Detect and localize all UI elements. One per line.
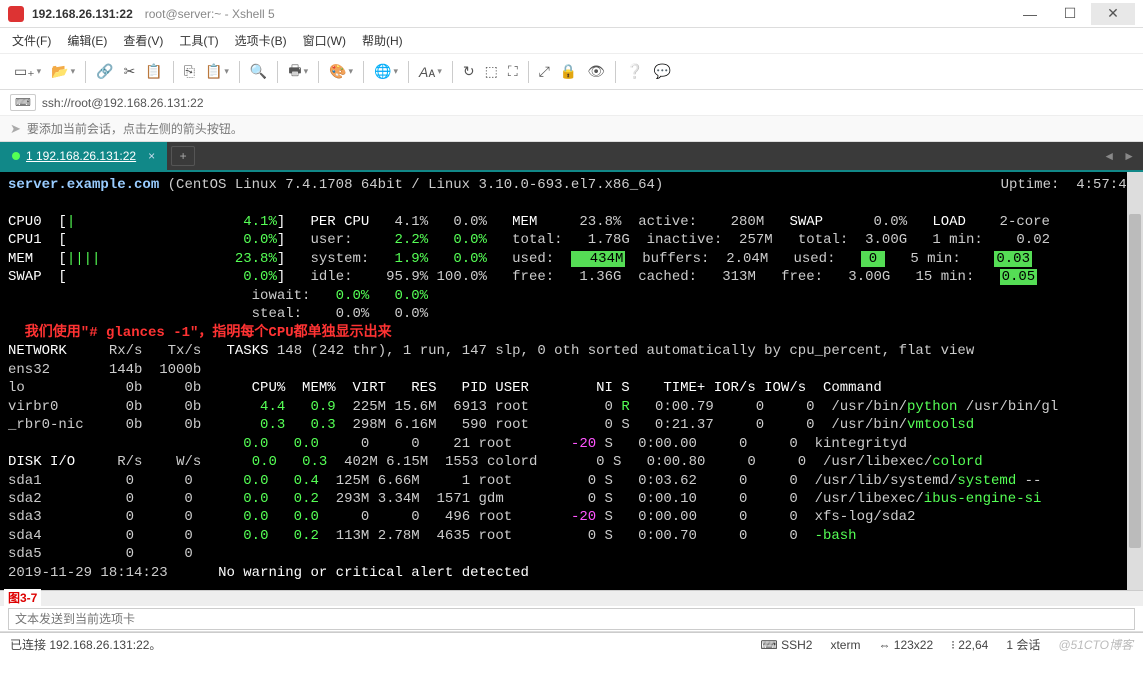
tabnav-left-icon[interactable]: ◄	[1103, 149, 1115, 163]
maximize-icon[interactable]: ⤢	[535, 59, 554, 84]
chat-icon[interactable]: 💬	[650, 59, 675, 84]
terminal[interactable]: server.example.com (CentOS Linux 7.4.170…	[0, 172, 1143, 590]
scrollbar-horizontal[interactable]: 图3-7	[0, 590, 1143, 606]
tip-text: 要添加当前会话，点击左侧的箭头按钮。	[27, 120, 243, 137]
properties-icon[interactable]: 📋	[141, 59, 166, 84]
watermark: @51CTO博客	[1058, 636, 1133, 653]
tab-session-1[interactable]: 1 192.168.26.131:22 ×	[0, 142, 167, 170]
tab-label: 1 192.168.26.131:22	[26, 149, 136, 163]
status-size: ⇔ 123x22	[878, 638, 933, 652]
window-title-host: 192.168.26.131:22	[32, 7, 133, 21]
search-icon[interactable]: 🔍	[246, 59, 271, 84]
tabnav-right-icon[interactable]: ►	[1123, 149, 1135, 163]
scrollbar-vertical[interactable]	[1127, 172, 1143, 590]
tab-strip: 1 192.168.26.131:22 × + ◄ ►	[0, 142, 1143, 172]
print-icon[interactable]: 🖶▾	[284, 56, 312, 88]
send-input-bar	[0, 606, 1143, 632]
statusbar: 已连接 192.168.26.131:22。 ⌨ SSH2 xterm ⇔ 12…	[0, 632, 1143, 656]
menu-edit[interactable]: 编辑(E)	[67, 32, 107, 49]
tab-close-icon[interactable]: ×	[148, 149, 155, 163]
font-icon[interactable]: Aᴀ▾	[415, 60, 446, 84]
reconnect-icon[interactable]: ↻	[459, 59, 479, 84]
status-sessions: 1 会话	[1006, 636, 1040, 653]
titlebar: 192.168.26.131:22 root@server:~ - Xshell…	[0, 0, 1143, 28]
link-icon[interactable]: 🔗	[92, 59, 117, 84]
status-pos: ⁝ 22,64	[951, 638, 988, 652]
open-icon[interactable]: 📂▾	[47, 59, 79, 84]
paste-icon[interactable]: 📋▾	[201, 59, 233, 84]
help-icon[interactable]: ❔	[622, 59, 647, 84]
hide-icon[interactable]: 👁	[583, 59, 609, 84]
copy-icon[interactable]: ⎘	[180, 59, 199, 84]
new-session-icon[interactable]: ▭₊▾	[10, 59, 45, 84]
status-ssh: ⌨ SSH2	[760, 638, 812, 652]
minimize-button[interactable]: —	[1011, 3, 1049, 25]
address-url[interactable]: ssh://root@192.168.26.131:22	[42, 96, 204, 110]
send-input[interactable]	[8, 608, 1135, 630]
tip-arrow-icon[interactable]: ➤	[10, 121, 21, 137]
globe-icon[interactable]: 🌐▾	[370, 59, 402, 84]
menu-tab[interactable]: 选项卡(B)	[235, 32, 287, 49]
menu-window[interactable]: 窗口(W)	[303, 32, 346, 49]
menu-tools[interactable]: 工具(T)	[179, 32, 218, 49]
unlink-icon[interactable]: ✂	[120, 59, 140, 84]
figure-label: 图3-7	[4, 589, 41, 608]
app-icon	[8, 6, 24, 22]
status-connection: 已连接 192.168.26.131:22。	[10, 636, 161, 653]
menu-help[interactable]: 帮助(H)	[362, 32, 403, 49]
fullscreen-icon[interactable]: ⛶	[504, 59, 522, 84]
log-icon[interactable]: ⬚	[481, 59, 502, 84]
addr-key-icon: ⌨	[10, 94, 36, 111]
color-icon[interactable]: 🎨▾	[325, 59, 357, 84]
toolbar: ▭₊▾ 📂▾ 🔗 ✂ 📋 ⎘ 📋▾ 🔍 🖶▾ 🎨▾ 🌐▾ Aᴀ▾ ↻ ⬚ ⛶ ⤢…	[0, 54, 1143, 90]
address-bar: ⌨ ssh://root@192.168.26.131:22	[0, 90, 1143, 116]
close-button[interactable]: ✕	[1091, 3, 1135, 25]
menubar: 文件(F) 编辑(E) 查看(V) 工具(T) 选项卡(B) 窗口(W) 帮助(…	[0, 28, 1143, 54]
annotation-text: 我们使用"# glances -1"，指明每个CPU都单独显示出来	[8, 325, 392, 341]
lock-icon[interactable]: 🔒	[556, 59, 581, 84]
status-dot-icon	[12, 152, 20, 160]
maximize-button[interactable]: ☐	[1051, 3, 1089, 25]
status-term: xterm	[830, 638, 860, 652]
menu-file[interactable]: 文件(F)	[12, 32, 51, 49]
tip-bar: ➤ 要添加当前会话，点击左侧的箭头按钮。	[0, 116, 1143, 142]
menu-view[interactable]: 查看(V)	[123, 32, 163, 49]
window-title-app: root@server:~ - Xshell 5	[145, 7, 275, 21]
add-tab-button[interactable]: +	[171, 146, 195, 166]
